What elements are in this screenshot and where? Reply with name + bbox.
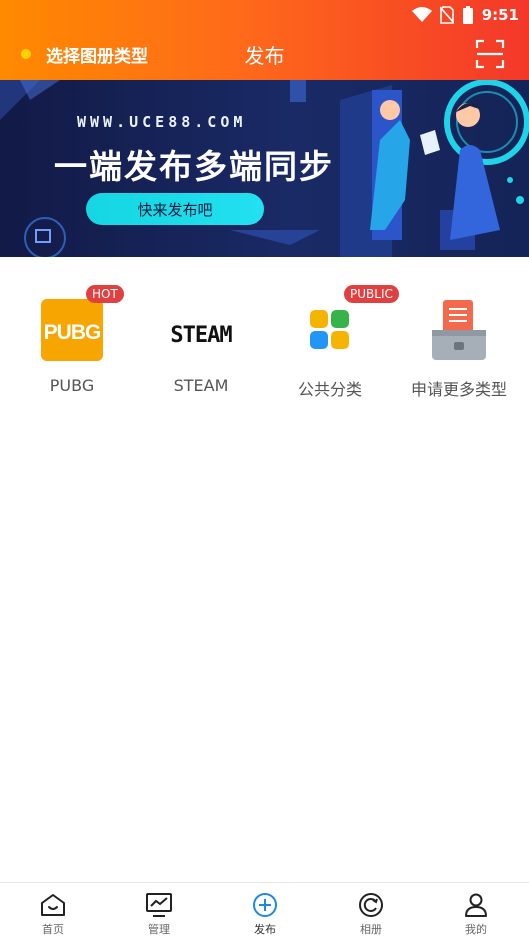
public-badge: PUBLIC bbox=[344, 285, 399, 303]
promo-banner[interactable]: WWW.UCE88.COM 一端发布多端同步 快来发布吧 bbox=[0, 80, 529, 257]
colorful-grid-icon bbox=[298, 298, 362, 362]
category-grid: PUBG HOT PUBG STEAM STEAM PUBLIC 公共分类 申请… bbox=[0, 284, 529, 404]
home-icon bbox=[41, 894, 65, 916]
steam-logo-icon: STEAM bbox=[169, 298, 233, 362]
tab-publish[interactable]: 发布 bbox=[212, 883, 318, 943]
category-label: 申请更多类型 bbox=[410, 380, 507, 399]
category-label: 公共分类 bbox=[297, 380, 362, 399]
title-bar: 选择图册类型 发布 bbox=[0, 30, 529, 78]
no-sim-icon bbox=[439, 6, 454, 24]
tab-label: 管理 bbox=[148, 923, 170, 936]
category-public[interactable]: PUBLIC 公共分类 bbox=[265, 284, 399, 404]
battery-icon bbox=[462, 6, 473, 24]
category-label: STEAM bbox=[173, 376, 229, 395]
status-bar: 9:51 bbox=[0, 0, 529, 30]
category-label: PUBG bbox=[49, 376, 95, 395]
category-steam[interactable]: STEAM STEAM bbox=[136, 284, 266, 404]
bottom-tab-bar: 首页 管理 发布 相册 我的 bbox=[0, 882, 529, 943]
scan-icon[interactable] bbox=[475, 39, 505, 69]
banner-slogan: 一端发布多端同步 bbox=[54, 147, 334, 186]
category-pubg[interactable]: PUBG HOT PUBG bbox=[7, 284, 137, 404]
tab-label: 我的 bbox=[465, 923, 487, 936]
tab-mine[interactable]: 我的 bbox=[423, 883, 529, 943]
plus-circle-icon bbox=[253, 893, 277, 917]
wifi-icon bbox=[411, 7, 432, 22]
tab-album[interactable]: 相册 bbox=[318, 883, 424, 943]
page-title: 发布 bbox=[244, 44, 285, 68]
status-time: 9:51 bbox=[481, 6, 519, 24]
tab-label: 发布 bbox=[254, 923, 276, 936]
tab-label: 首页 bbox=[42, 923, 64, 936]
hot-badge: HOT bbox=[86, 285, 124, 303]
tab-label: 相册 bbox=[360, 923, 382, 936]
pubg-logo-icon: PUBG bbox=[40, 298, 104, 362]
publish-now-button[interactable]: 快来发布吧 bbox=[86, 193, 264, 225]
category-apply-more[interactable]: 申请更多类型 bbox=[394, 284, 524, 404]
refresh-circle-icon bbox=[359, 893, 383, 917]
svg-text:STEAM: STEAM bbox=[170, 323, 232, 348]
monitor-chart-icon bbox=[146, 893, 172, 917]
banner-url: WWW.UCE88.COM bbox=[77, 113, 247, 131]
tab-manage[interactable]: 管理 bbox=[106, 883, 212, 943]
svg-text:PUBG: PUBG bbox=[44, 321, 101, 344]
header: 9:51 选择图册类型 发布 bbox=[0, 0, 529, 80]
document-box-icon bbox=[427, 298, 491, 362]
tab-home[interactable]: 首页 bbox=[0, 883, 106, 943]
user-icon bbox=[465, 893, 487, 917]
